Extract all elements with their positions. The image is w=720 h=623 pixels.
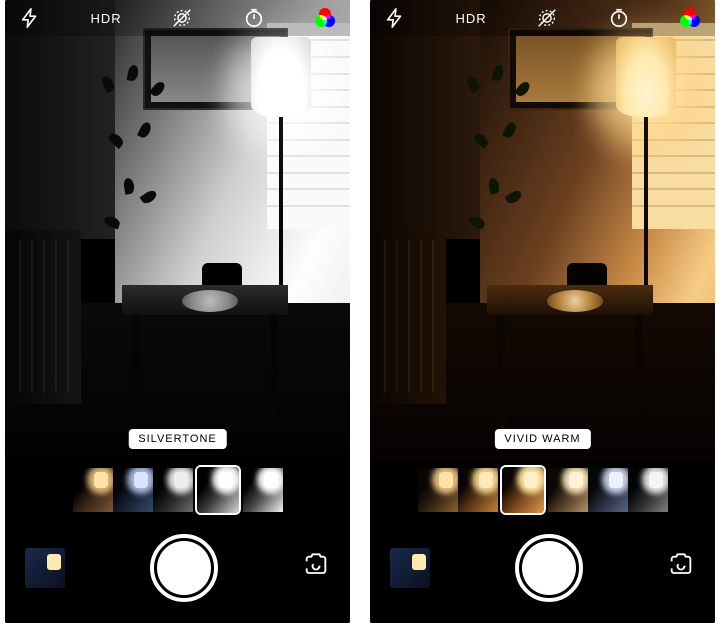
hdr-button[interactable]: HDR <box>90 11 121 26</box>
filter-thumbnail-strip[interactable] <box>5 459 350 527</box>
live-photo-icon[interactable] <box>171 7 193 29</box>
filters-icon[interactable] <box>314 7 336 29</box>
live-photo-icon[interactable] <box>536 7 558 29</box>
filter-thumbnail[interactable] <box>113 468 153 512</box>
switch-camera-icon[interactable] <box>667 552 695 585</box>
controls-row <box>370 527 715 623</box>
filters-icon[interactable] <box>679 7 701 29</box>
filter-thumbnail[interactable] <box>500 465 546 515</box>
switch-camera-icon[interactable] <box>302 552 330 585</box>
timer-icon[interactable] <box>243 7 265 29</box>
live-preview <box>5 0 350 459</box>
viewfinder[interactable] <box>5 0 350 459</box>
filter-thumbnail-strip[interactable] <box>370 459 715 527</box>
filter-thumbnail[interactable] <box>73 468 113 512</box>
shutter-button[interactable] <box>515 534 583 602</box>
shutter-button[interactable] <box>150 534 218 602</box>
timer-icon[interactable] <box>608 7 630 29</box>
filter-strip-left <box>73 468 283 518</box>
filter-thumbnail[interactable] <box>458 468 498 512</box>
filter-thumbnail[interactable] <box>588 468 628 512</box>
flash-icon[interactable] <box>19 7 41 29</box>
filter-thumbnail[interactable] <box>548 468 588 512</box>
bottom-panel <box>370 459 715 623</box>
live-preview <box>370 0 715 459</box>
camera-screen-silvertone: HDR <box>5 0 350 623</box>
filter-thumbnail[interactable] <box>195 465 241 515</box>
top-toolbar: HDR <box>5 0 350 36</box>
filter-thumbnail[interactable] <box>153 468 193 512</box>
top-toolbar: HDR <box>370 0 715 36</box>
filter-thumbnail[interactable] <box>243 468 283 512</box>
bottom-panel <box>5 459 350 623</box>
camera-screen-vivid-warm: HDR <box>370 0 715 623</box>
filter-thumbnail[interactable] <box>628 468 668 512</box>
hdr-button[interactable]: HDR <box>455 11 486 26</box>
filter-name-badge: SILVERTONE <box>128 429 226 449</box>
filter-name-badge: VIVID WARM <box>494 429 590 449</box>
flash-icon[interactable] <box>384 7 406 29</box>
last-photo-thumbnail[interactable] <box>25 548 65 588</box>
last-photo-thumbnail[interactable] <box>390 548 430 588</box>
controls-row <box>5 527 350 623</box>
filter-thumbnail[interactable] <box>418 468 458 512</box>
viewfinder[interactable] <box>370 0 715 459</box>
filter-strip-right <box>418 468 668 518</box>
